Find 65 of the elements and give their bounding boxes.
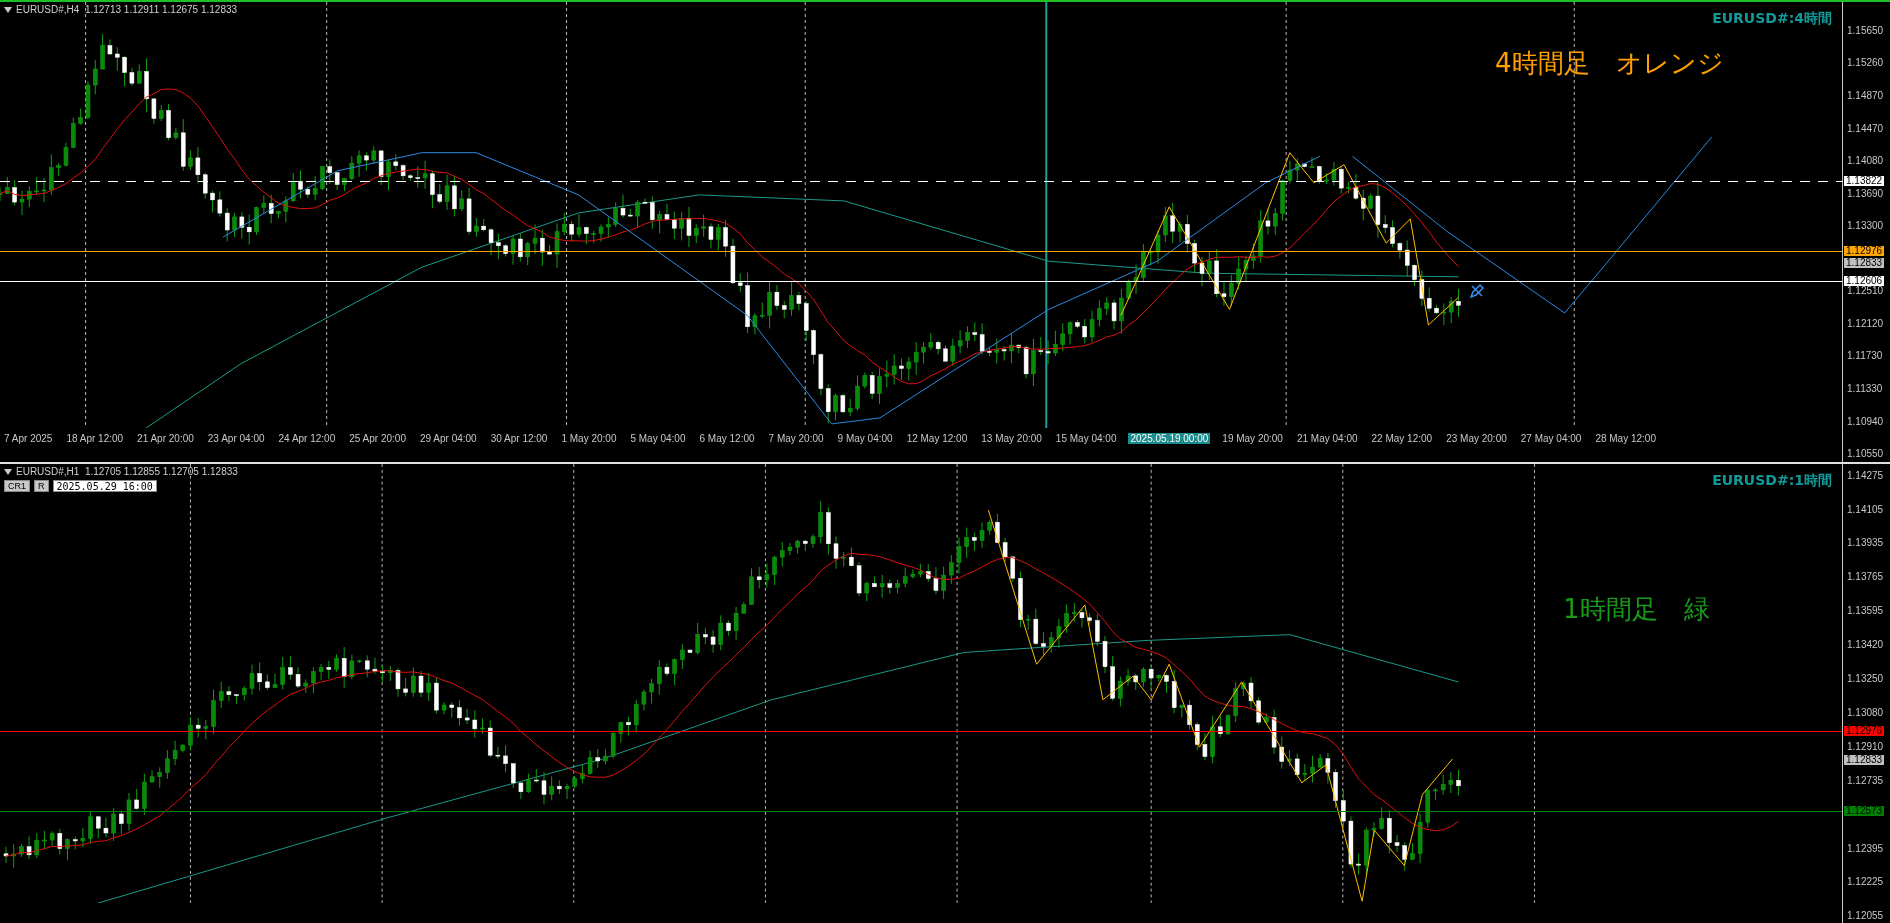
price-tick: 1.14275: [1847, 471, 1884, 481]
price-tick: 1.12395: [1847, 843, 1884, 854]
price-tag: 1.12833: [1844, 257, 1885, 268]
price-tick: 1.13765: [1847, 572, 1884, 583]
price-tick: 1.15260: [1847, 58, 1884, 69]
price-tick: 1.10550: [1847, 449, 1884, 459]
price-tick: 1.13690: [1847, 188, 1884, 199]
price-tick: 1.12120: [1847, 318, 1884, 329]
date-field[interactable]: 2025.05.29 16:00: [52, 480, 157, 492]
chart-note: 1時間足 緑: [1563, 593, 1710, 626]
price-tag: 1.12573: [1844, 806, 1885, 817]
time-label: 5 May 04:00: [629, 432, 687, 444]
time-label: 2025.05.19 00:00: [1128, 432, 1211, 444]
price-tick: 1.13420: [1847, 640, 1884, 651]
price-tick: 1.13935: [1847, 538, 1884, 549]
price-tick: 1.12055: [1847, 911, 1884, 921]
price-tag: 1.12833: [1844, 754, 1885, 765]
time-label: 7 May 20:00: [767, 432, 825, 444]
price-tick: 1.13595: [1847, 605, 1884, 616]
time-label: 7 Apr 2025: [3, 432, 54, 444]
time-label: 25 Apr 20:00: [348, 432, 407, 444]
price-tag: 1.12976: [1844, 726, 1885, 737]
price-tag: 1.13822: [1844, 175, 1885, 186]
time-label: 30 Apr 12:00: [489, 432, 549, 444]
chart-note: 4時間足 オレンジ: [1495, 47, 1724, 80]
time-label: 21 May 04:00: [1295, 432, 1359, 444]
price-tick: 1.14105: [1847, 504, 1884, 515]
price-tick: 1.14870: [1847, 90, 1884, 101]
price-tick: 1.15650: [1847, 26, 1884, 36]
time-label: 1 May 20:00: [560, 432, 618, 444]
price-tick: 1.14470: [1847, 123, 1884, 134]
price-tick: 1.11730: [1847, 351, 1883, 362]
price-tick: 1.13300: [1847, 220, 1884, 231]
time-label: 6 May 12:00: [698, 432, 756, 444]
price-tick: 1.12510: [1847, 286, 1884, 297]
time-label: 22 May 12:00: [1370, 432, 1434, 444]
price-tick: 1.12225: [1847, 877, 1884, 888]
time-label: 28 May 12:00: [1594, 432, 1657, 444]
price-tick: 1.10940: [1847, 416, 1884, 427]
time-label: 23 May 20:00: [1445, 432, 1508, 444]
time-label: 15 May 04:00: [1054, 432, 1118, 444]
price-tick: 1.12735: [1847, 776, 1884, 787]
price-tag: 1.12606: [1844, 276, 1885, 287]
chart-label: EURUSD#:4時間: [1712, 10, 1832, 28]
time-label: 9 May 04:00: [836, 432, 894, 444]
time-label: 13 May 20:00: [980, 432, 1043, 444]
price-tick: 1.12910: [1847, 741, 1884, 752]
symbol-info: EURUSD#,H1 1.12705 1.12855 1.12705 1.12833: [16, 466, 238, 477]
price-tick: 1.13080: [1847, 707, 1884, 718]
time-label: 18 Apr 12:00: [65, 432, 125, 444]
price-tick: 1.11330: [1847, 384, 1883, 395]
price-tag: 1.12976: [1844, 245, 1885, 256]
symbol-info: EURUSD#,H4 1.12713 1.12911 1.12675 1.12833: [16, 4, 238, 15]
time-label: 23 Apr 04:00: [206, 432, 266, 444]
time-label: 12 May 12:00: [905, 432, 969, 444]
price-tick: 1.14080: [1847, 156, 1884, 167]
tool-button[interactable]: CR1: [4, 480, 30, 492]
time-label: 21 Apr 20:00: [136, 432, 195, 444]
time-label: 27 May 04:00: [1519, 432, 1583, 444]
tool-button[interactable]: R: [34, 480, 49, 492]
chart-label: EURUSD#:1時間: [1712, 472, 1832, 490]
time-label: 29 Apr 04:00: [418, 432, 478, 444]
time-label: 19 May 20:00: [1221, 432, 1284, 444]
time-label: 24 Apr 12:00: [277, 432, 337, 444]
price-tick: 1.13250: [1847, 674, 1884, 685]
